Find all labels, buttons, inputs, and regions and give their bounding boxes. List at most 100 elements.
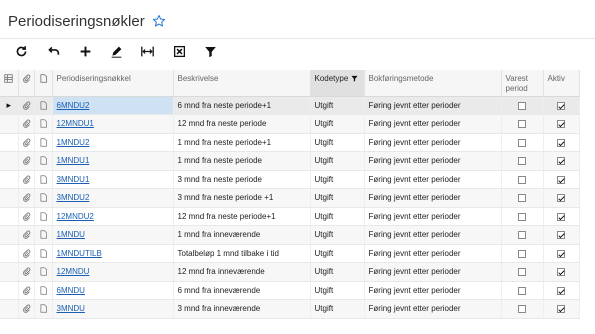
note-cell[interactable] <box>34 299 53 319</box>
attachment-cell[interactable] <box>18 96 35 115</box>
key-link[interactable]: 12MNDU1 <box>57 119 94 128</box>
table-row[interactable]: 1MNDUTILB Totalbeløp 1 mnd tilbake i tid U… <box>0 244 580 263</box>
note-cell[interactable] <box>34 262 53 282</box>
note-cell[interactable] <box>34 281 53 300</box>
key-link[interactable]: 6MNDU <box>57 286 85 295</box>
active-checkbox[interactable] <box>557 138 565 147</box>
attachment-cell[interactable] <box>18 225 35 245</box>
key-link[interactable]: 3MNDU <box>57 304 85 313</box>
row-indicator[interactable] <box>0 299 19 319</box>
permanent-checkbox[interactable] <box>518 305 526 314</box>
column-header-method[interactable]: Bokføringsmetode <box>364 70 502 97</box>
key-link[interactable]: 12MNDU2 <box>57 212 94 221</box>
column-header-key[interactable]: Periodiseringsnøkkel <box>52 70 174 97</box>
active-checkbox[interactable] <box>557 175 565 184</box>
permanent-checkbox[interactable] <box>518 231 526 240</box>
delete-button[interactable] <box>171 43 187 59</box>
attachment-cell[interactable] <box>18 114 35 134</box>
table-row[interactable]: 12MNDU2 12 mnd fra neste periode+1 Utgift F… <box>0 207 580 226</box>
row-indicator[interactable] <box>0 114 19 134</box>
key-link[interactable]: 12MNDU <box>57 267 90 276</box>
row-indicator[interactable] <box>0 244 19 263</box>
row-indicator[interactable] <box>0 170 19 189</box>
undo-button[interactable] <box>45 43 61 59</box>
active-checkbox[interactable] <box>557 268 565 277</box>
row-indicator[interactable] <box>0 281 19 300</box>
note-cell[interactable] <box>34 244 53 263</box>
key-link[interactable]: 3MNDU2 <box>57 193 90 202</box>
key-link[interactable]: 3MNDU1 <box>57 175 90 184</box>
note-cell[interactable] <box>34 96 53 115</box>
attachment-cell[interactable] <box>18 170 35 189</box>
row-indicator[interactable] <box>0 133 19 152</box>
note-cell[interactable] <box>34 207 53 226</box>
refresh-button[interactable] <box>13 43 29 59</box>
permanent-checkbox[interactable] <box>518 268 526 277</box>
edit-button[interactable] <box>108 43 124 59</box>
attachment-cell[interactable] <box>18 151 35 171</box>
permanent-checkbox[interactable] <box>518 157 526 166</box>
permanent-checkbox[interactable] <box>518 212 526 221</box>
active-checkbox[interactable] <box>557 120 565 129</box>
key-cell[interactable]: 1MNDU2 <box>52 133 174 152</box>
active-checkbox[interactable] <box>557 249 565 258</box>
active-checkbox[interactable] <box>557 286 565 295</box>
column-header-description[interactable]: Beskrivelse <box>173 70 311 97</box>
note-cell[interactable] <box>34 188 53 208</box>
active-checkbox[interactable] <box>557 231 565 240</box>
row-indicator[interactable] <box>0 207 19 226</box>
star-icon[interactable] <box>152 14 166 28</box>
note-cell[interactable] <box>34 151 53 171</box>
key-cell[interactable]: 3MNDU <box>52 299 174 319</box>
row-indicator[interactable] <box>0 151 19 171</box>
table-row[interactable]: 3MNDU1 3 mnd fra neste periode Utgift Førin… <box>0 170 580 189</box>
table-row[interactable]: 3MNDU 3 mnd fra inneværende Utgift Føring j… <box>0 299 580 319</box>
key-cell[interactable]: 12MNDU <box>52 262 174 282</box>
row-indicator[interactable]: ▸ <box>0 96 19 115</box>
permanent-checkbox[interactable] <box>518 249 526 258</box>
key-cell[interactable]: 1MNDUTILB <box>52 244 174 263</box>
attachment-cell[interactable] <box>18 281 35 300</box>
note-cell[interactable] <box>34 225 53 245</box>
attachment-cell[interactable] <box>18 244 35 263</box>
active-checkbox[interactable] <box>557 194 565 203</box>
key-cell[interactable]: 1MNDU1 <box>52 151 174 171</box>
permanent-checkbox[interactable] <box>518 101 526 110</box>
row-indicator[interactable] <box>0 188 19 208</box>
table-row[interactable]: ▸ 6MNDU2 6 mnd fra neste periode+1 Utgift Fø… <box>0 96 580 115</box>
row-indicator[interactable] <box>0 262 19 282</box>
key-link[interactable]: 1MNDU2 <box>57 138 90 147</box>
active-checkbox[interactable] <box>557 101 565 110</box>
column-header-active[interactable]: Aktiv <box>543 70 580 97</box>
active-checkbox[interactable] <box>557 305 565 314</box>
key-link[interactable]: 1MNDU1 <box>57 156 90 165</box>
column-header-permanent[interactable]: Varest period <box>501 70 544 97</box>
filter-button[interactable] <box>202 43 218 59</box>
table-row[interactable]: 3MNDU2 3 mnd fra neste periode +1 Utgift Fø… <box>0 188 580 208</box>
attachment-cell[interactable] <box>18 188 35 208</box>
key-cell[interactable]: 3MNDU1 <box>52 170 174 189</box>
key-cell[interactable]: 12MNDU2 <box>52 207 174 226</box>
column-header-code-type[interactable]: Kodetype <box>310 70 365 97</box>
permanent-checkbox[interactable] <box>518 138 526 147</box>
permanent-checkbox[interactable] <box>518 120 526 129</box>
note-cell[interactable] <box>34 133 53 152</box>
select-all-header[interactable] <box>0 70 19 97</box>
attachment-cell[interactable] <box>18 299 35 319</box>
attachment-cell[interactable] <box>18 207 35 226</box>
key-cell[interactable]: 6MNDU <box>52 281 174 300</box>
key-cell[interactable]: 3MNDU2 <box>52 188 174 208</box>
note-cell[interactable] <box>34 114 53 134</box>
fit-columns-button[interactable] <box>139 43 155 59</box>
table-row[interactable]: 12MNDU1 12 mnd fra neste periode Utgift Før… <box>0 114 580 134</box>
note-cell[interactable] <box>34 170 53 189</box>
key-link[interactable]: 1MNDU <box>57 230 85 239</box>
key-link[interactable]: 1MNDUTILB <box>57 249 102 258</box>
table-row[interactable]: 6MNDU 6 mnd fra inneværende Utgift Føring j… <box>0 281 580 300</box>
add-button[interactable] <box>77 43 93 59</box>
key-cell[interactable]: 12MNDU1 <box>52 114 174 134</box>
row-indicator[interactable] <box>0 225 19 245</box>
permanent-checkbox[interactable] <box>518 286 526 295</box>
active-checkbox[interactable] <box>557 157 565 166</box>
key-link[interactable]: 6MNDU2 <box>57 101 90 110</box>
